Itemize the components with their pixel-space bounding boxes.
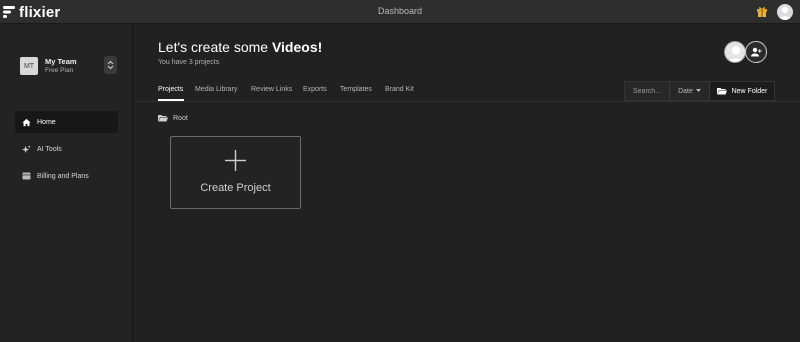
new-folder-label: New Folder	[731, 87, 768, 95]
sort-dropdown[interactable]: Date	[670, 82, 710, 100]
sidebar-item-billing[interactable]: Billing and Plans	[15, 165, 118, 187]
tab-brand-kit[interactable]: Brand Kit	[385, 86, 414, 93]
sidebar: MT My Team Free Plan Home AI Tools Billi…	[0, 24, 133, 342]
sort-label: Date	[678, 87, 693, 95]
user-silhouette-icon	[728, 46, 744, 62]
sidebar-item-home[interactable]: Home	[15, 111, 118, 133]
tab-media-library[interactable]: Media Library	[195, 86, 237, 93]
user-avatar[interactable]	[777, 4, 793, 20]
sidebar-item-label: Billing and Plans	[37, 172, 89, 180]
team-switch-button[interactable]	[104, 56, 117, 74]
user-silhouette-icon	[779, 6, 791, 20]
sidebar-item-label: Home	[37, 118, 56, 126]
member-avatar[interactable]	[724, 41, 746, 63]
team-plan: Free Plan	[45, 67, 74, 74]
sidebar-item-label: AI Tools	[37, 145, 62, 153]
plus-icon	[225, 150, 246, 171]
user-plus-icon	[750, 47, 761, 57]
project-toolbar: Date New Folder	[624, 81, 775, 101]
team-name: My Team	[45, 57, 77, 66]
card-icon	[22, 172, 31, 180]
chevron-up-down-icon	[107, 60, 114, 70]
page-title: Dashboard	[377, 6, 423, 16]
breadcrumb-root: Root	[173, 114, 188, 122]
caret-down-icon	[695, 89, 701, 92]
team-switcher[interactable]: MT My Team Free Plan	[20, 56, 120, 76]
folder-open-icon	[158, 115, 168, 122]
tab-projects[interactable]: Projects	[158, 86, 183, 93]
search-input[interactable]	[625, 82, 670, 100]
tabs-divider	[134, 101, 800, 102]
new-folder-button[interactable]: New Folder	[710, 82, 774, 100]
page-heading: Let's create some Videos!	[158, 39, 322, 55]
heading-emphasis: Videos!	[271, 39, 323, 55]
home-icon	[22, 118, 31, 126]
breadcrumb[interactable]: Root	[158, 114, 188, 122]
sparkle-icon	[22, 144, 31, 153]
team-avatar: MT	[20, 57, 38, 75]
create-project-label: Create Project	[200, 182, 271, 194]
tab-review-links[interactable]: Review Links	[251, 86, 292, 93]
create-project-card[interactable]: Create Project	[170, 136, 301, 209]
tab-exports[interactable]: Exports	[303, 86, 327, 93]
project-count: You have 3 projects	[158, 59, 220, 66]
folder-open-icon	[716, 88, 727, 95]
tab-templates[interactable]: Templates	[340, 86, 372, 93]
sidebar-item-ai-tools[interactable]: AI Tools	[15, 138, 118, 160]
gift-icon[interactable]	[756, 5, 768, 23]
invite-member-button[interactable]	[745, 41, 767, 63]
top-bar: flixier Dashboard	[0, 0, 800, 24]
heading-prefix: Let's create some	[158, 39, 272, 55]
